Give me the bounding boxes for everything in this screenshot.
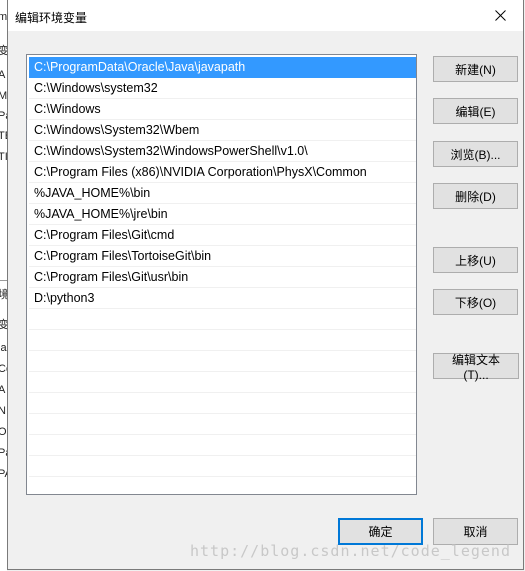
- watermark-text: http://blog.csdn.net/code_legend: [190, 542, 511, 560]
- background-text: 变: [0, 45, 7, 57]
- path-list-item[interactable]: D:\python3: [29, 288, 416, 309]
- path-list-item[interactable]: %JAVA_HOME%\bin: [29, 183, 416, 204]
- cancel-button[interactable]: 取消: [433, 518, 518, 545]
- empty-list-row: [29, 435, 416, 456]
- new-button[interactable]: 新建(N): [433, 56, 518, 82]
- background-text: 境: [0, 289, 7, 301]
- path-list-item[interactable]: C:\Windows\system32: [29, 78, 416, 99]
- path-list-item[interactable]: C:\Program Files\Git\cmd: [29, 225, 416, 246]
- browse-button[interactable]: 浏览(B)...: [433, 141, 518, 167]
- background-text: la: [0, 342, 7, 354]
- background-text: Co: [0, 363, 7, 375]
- delete-button[interactable]: 删除(D): [433, 183, 518, 209]
- edit-text-button[interactable]: 编辑文本(T)...: [433, 353, 519, 382]
- empty-list-row: [29, 309, 416, 330]
- background-text: O: [0, 426, 7, 438]
- edit-button[interactable]: 编辑(E): [433, 98, 518, 124]
- background-text: PA: [0, 468, 7, 480]
- close-button[interactable]: [478, 0, 523, 31]
- background-text: Pa: [0, 447, 7, 459]
- empty-list-row: [29, 456, 416, 477]
- empty-list-row: [29, 372, 416, 393]
- path-list[interactable]: C:\ProgramData\Oracle\Java\javapath C:\W…: [26, 54, 417, 495]
- background-text: TI: [0, 151, 7, 163]
- empty-list-row: [29, 393, 416, 414]
- path-list-item[interactable]: C:\Windows: [29, 99, 416, 120]
- empty-list-row: [29, 330, 416, 351]
- move-up-button[interactable]: 上移(U): [433, 247, 518, 273]
- close-icon: [495, 10, 506, 21]
- path-list-item[interactable]: C:\ProgramData\Oracle\Java\javapath: [29, 57, 416, 78]
- path-list-item[interactable]: C:\Program Files\TortoiseGit\bin: [29, 246, 416, 267]
- move-down-button[interactable]: 下移(O): [433, 289, 518, 315]
- background-text: M: [0, 90, 7, 102]
- background-text: N: [0, 405, 6, 417]
- background-text: TE: [0, 130, 7, 142]
- background-text: A: [0, 384, 6, 396]
- background-text: Pa: [0, 110, 7, 122]
- background-text: A: [0, 69, 6, 81]
- path-list-item[interactable]: C:\Program Files\Git\usr\bin: [29, 267, 416, 288]
- empty-list-row: [29, 351, 416, 372]
- path-list-item[interactable]: C:\Windows\System32\Wbem: [29, 120, 416, 141]
- ok-button[interactable]: 确定: [338, 518, 423, 545]
- dialog-title: 编辑环境变量: [15, 11, 88, 25]
- background-text: 变: [0, 319, 7, 331]
- title-bar[interactable]: 编辑环境变量: [8, 0, 523, 31]
- empty-list-row: [29, 414, 416, 435]
- path-list-item[interactable]: C:\Program Files (x86)\NVIDIA Corporatio…: [29, 162, 416, 183]
- background-divider: [0, 280, 7, 281]
- path-list-item[interactable]: %JAVA_HOME%\jre\bin: [29, 204, 416, 225]
- background-text: m: [0, 11, 7, 23]
- background-window: m 变 A M Pa TE TI 境 变 la Co A N O Pa PA: [0, 0, 7, 571]
- edit-env-variable-dialog: 编辑环境变量 C:\ProgramData\Oracle\Java\javapa…: [7, 0, 524, 570]
- path-list-item[interactable]: C:\Windows\System32\WindowsPowerShell\v1…: [29, 141, 416, 162]
